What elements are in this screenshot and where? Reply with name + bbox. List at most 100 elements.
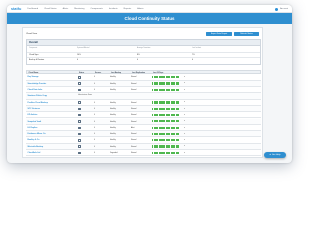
cloud-name-link[interactable]: KF Archive xyxy=(28,114,38,116)
app-logo[interactable]: statfu xyxy=(11,7,21,11)
uptime-segment xyxy=(177,126,179,129)
uptime-bar xyxy=(152,82,179,85)
replication-status: Normal xyxy=(131,82,137,85)
nav-reports[interactable]: Reports xyxy=(124,8,132,10)
overall-cell: Cloud Sync xyxy=(29,53,39,56)
cloud-name-link[interactable]: Westside Backup xyxy=(28,146,44,148)
server-icon[interactable] xyxy=(78,151,81,155)
server-count: 4 xyxy=(94,139,95,142)
chevron-down-icon[interactable]: ▾ xyxy=(184,114,185,116)
uptime-segment xyxy=(177,151,179,154)
replication-status: Normal xyxy=(131,76,137,79)
cloud-name-link[interactable]: Ray Storage xyxy=(28,76,39,78)
nav-components[interactable]: Components xyxy=(90,8,102,10)
chevron-down-icon[interactable]: ▾ xyxy=(184,145,185,147)
chevron-down-icon[interactable]: ▾ xyxy=(184,127,185,129)
uptime-segment xyxy=(177,132,179,136)
nav-admin[interactable]: Admin xyxy=(137,8,143,10)
overall-cell: 7% xyxy=(192,53,195,56)
cloud-name-link[interactable]: LK Replica xyxy=(28,127,38,129)
chat-icon: ● xyxy=(269,154,271,156)
overall-header-affected: Systems Affected xyxy=(77,47,90,49)
server-icon[interactable] xyxy=(78,113,81,117)
chevron-down-icon[interactable]: ▾ xyxy=(184,108,185,110)
uptime-bar xyxy=(152,132,179,136)
server-count: 4 xyxy=(94,133,95,136)
replication-status: Normal xyxy=(131,145,137,148)
uptime-bar xyxy=(152,76,179,79)
chevron-down-icon[interactable]: ▾ xyxy=(184,101,185,103)
server-icon[interactable] xyxy=(78,139,81,142)
chevron-down-icon[interactable]: ▾ xyxy=(184,120,185,122)
export-report-button[interactable]: Export Data Report xyxy=(206,31,232,36)
uptime-segment xyxy=(177,139,179,142)
nav-cloud-status[interactable]: Cloud Status xyxy=(44,8,57,10)
overall-header-component: Component xyxy=(29,47,38,49)
cloud-name-link[interactable]: Fairhaven Mirror Co. xyxy=(28,133,47,135)
server-count: 4 xyxy=(94,82,95,85)
uptime-segment xyxy=(177,113,179,117)
cloud-name-link[interactable]: Snapshot Vault xyxy=(28,121,42,123)
backup-status: Healthy xyxy=(110,114,116,117)
nav-alerts[interactable]: Alerts xyxy=(63,8,69,10)
overall-cell: Backup & Restore xyxy=(29,58,45,61)
nav-monitoring[interactable]: Monitoring xyxy=(74,8,84,10)
replication-status: Normal xyxy=(131,101,137,104)
replication-status: Normal xyxy=(131,114,137,117)
chevron-down-icon[interactable]: ▾ xyxy=(184,133,185,135)
chevron-down-icon[interactable]: ▾ xyxy=(184,82,185,84)
table-row[interactable]: CloudSafe Ltd 4 Degraded Normal ▾ xyxy=(26,150,261,157)
server-count: 4 xyxy=(94,107,95,110)
server-icon[interactable] xyxy=(78,76,81,79)
server-icon[interactable] xyxy=(78,126,81,129)
backup-status: Healthy xyxy=(110,126,116,129)
overall-cell: 0 xyxy=(137,58,139,61)
avatar-icon xyxy=(275,7,279,11)
cloud-name-link[interactable]: Bradley & Co xyxy=(28,139,40,141)
backup-status: Healthy xyxy=(110,89,116,91)
cloud-name-link[interactable]: Pacifica Cloud Backup xyxy=(28,102,48,104)
uptime-bar xyxy=(152,151,179,154)
server-icon[interactable] xyxy=(78,107,81,111)
user-menu[interactable]: Account xyxy=(275,7,288,11)
overall-cell: 14% xyxy=(77,53,81,56)
replication-status: Alert xyxy=(131,126,135,129)
server-icon[interactable] xyxy=(78,88,81,92)
backup-status: Healthy xyxy=(110,139,116,142)
nav-dashboard[interactable]: Dashboard xyxy=(27,8,38,10)
chevron-down-icon[interactable]: ▾ xyxy=(184,139,185,141)
backup-status: Healthy xyxy=(110,101,116,104)
chevron-down-icon[interactable]: ▾ xyxy=(184,152,185,154)
overall-cell: 8% xyxy=(137,53,140,56)
nav-incidents[interactable]: Incidents xyxy=(109,8,118,10)
overall-cell: 0 xyxy=(192,58,194,61)
server-icon[interactable] xyxy=(78,120,81,123)
replication-status: Normal xyxy=(131,139,137,142)
cloud-name-link[interactable]: SCC Ventures xyxy=(28,108,41,110)
overall-row: Cloud Sync 14% 8% 7% xyxy=(27,52,260,56)
server-count: 4 xyxy=(94,76,95,79)
backup-status: Healthy xyxy=(110,82,116,85)
server-count: 4 xyxy=(94,101,95,104)
server-icon[interactable] xyxy=(78,132,81,136)
replication-status: Normal xyxy=(131,152,137,154)
chevron-down-icon[interactable]: ▾ xyxy=(184,89,185,91)
cloud-name-link[interactable]: Stonebridge Frontier xyxy=(28,83,47,85)
uptime-segment xyxy=(177,107,179,110)
breadcrumb[interactable]: Cloud View xyxy=(26,33,37,35)
chevron-down-icon[interactable]: ▾ xyxy=(184,76,185,78)
uptime-segment xyxy=(177,120,179,123)
cloud-name-link[interactable]: Strattera Offsite Copy xyxy=(28,95,48,97)
overall-header-incident: Last Incident xyxy=(192,47,202,49)
server-count: 4 xyxy=(94,126,95,129)
cloud-name-link[interactable]: Cloud Data Lake xyxy=(28,89,43,91)
refresh-status-button[interactable]: Refresh Status xyxy=(234,31,259,36)
cloud-name-link[interactable]: CloudSafe Ltd xyxy=(28,152,41,154)
help-button[interactable]: ● Get Help xyxy=(264,152,286,158)
server-icon[interactable] xyxy=(78,82,81,85)
uptime-bar xyxy=(152,126,179,129)
uptime-bar xyxy=(152,88,179,91)
server-icon[interactable] xyxy=(78,101,81,104)
server-icon[interactable] xyxy=(78,145,81,148)
help-button-label: Get Help xyxy=(271,154,281,156)
